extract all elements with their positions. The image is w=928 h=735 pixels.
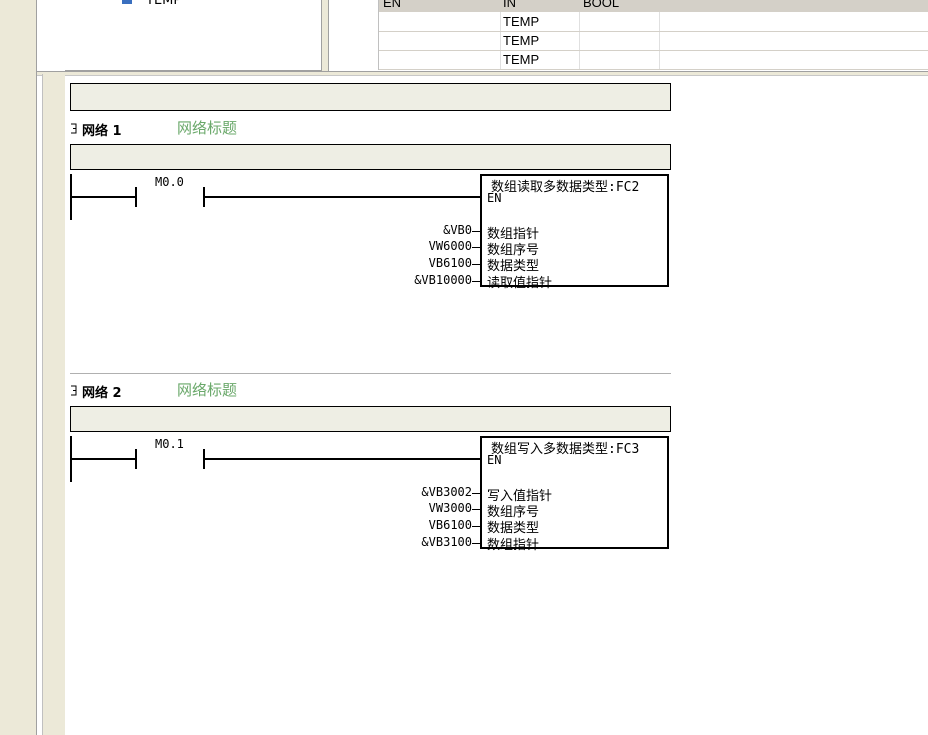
panel-divider xyxy=(36,0,37,735)
pin-wire xyxy=(472,281,480,282)
var-header-cell: IN xyxy=(503,0,516,10)
pin-operand[interactable]: VB6100 xyxy=(372,518,472,532)
var-type-cell[interactable]: TEMP xyxy=(503,14,539,29)
block-en-pin: EN xyxy=(487,453,502,467)
pin-wire xyxy=(472,264,480,265)
pin-wire xyxy=(472,231,480,232)
contact-address[interactable]: M0.0 xyxy=(155,175,184,189)
rung-wire xyxy=(72,458,136,460)
var-header-cell: EN xyxy=(383,0,402,10)
var-type-cell[interactable]: TEMP xyxy=(503,33,539,48)
table-row[interactable]: TEMP xyxy=(379,31,928,51)
variable-table[interactable]: EN IN BOOL TEMP TEMP TEMP xyxy=(378,0,928,70)
var-table-header-row: EN IN BOOL xyxy=(379,0,928,12)
pin-operand[interactable]: &VB10000 xyxy=(372,273,472,287)
network-title[interactable]: 网络 1 xyxy=(82,120,122,139)
rung-wire xyxy=(204,196,482,198)
horizontal-splitter[interactable] xyxy=(37,71,928,76)
editor-gutter xyxy=(43,74,65,735)
network-comment-box[interactable] xyxy=(70,144,671,170)
tree-item-temp[interactable]: TEMP xyxy=(146,0,181,8)
project-tree-pane[interactable] xyxy=(65,0,322,71)
block-pin-label: 读取值指针 xyxy=(487,276,553,291)
network-separator xyxy=(70,373,671,374)
block-en-pin: EN xyxy=(487,191,502,205)
pin-operand[interactable]: &VB0 xyxy=(372,223,472,237)
contact-left-bar[interactable] xyxy=(135,449,137,469)
vertical-splitter[interactable] xyxy=(322,0,329,72)
collapse-icon[interactable] xyxy=(70,385,80,396)
pin-operand[interactable]: VB6100 xyxy=(372,256,472,270)
pin-operand[interactable]: VW6000 xyxy=(372,239,472,253)
pin-wire xyxy=(472,526,480,527)
network-title[interactable]: 网络 2 xyxy=(82,382,122,401)
variable-icon xyxy=(122,0,132,4)
pin-wire xyxy=(472,543,480,544)
program-comment-box[interactable] xyxy=(70,83,671,111)
collapse-icon[interactable] xyxy=(70,123,80,134)
var-type-cell[interactable]: TEMP xyxy=(503,52,539,67)
pin-operand[interactable]: &VB3002 xyxy=(372,485,472,499)
network-comment[interactable]: 网络标题 xyxy=(177,379,237,400)
function-block-fc3[interactable]: 数组写入多数据类型:FC3 EN 写入值指针 数组序号 数据类型 数组指针 xyxy=(480,436,669,553)
table-row[interactable]: TEMP xyxy=(379,12,928,32)
block-title: 数组写入多数据类型:FC3 xyxy=(491,442,640,457)
block-pin-label: 数组指针 xyxy=(487,538,540,553)
block-title: 数组读取多数据类型:FC2 xyxy=(491,180,640,195)
pin-operand[interactable]: VW3000 xyxy=(372,501,472,515)
function-block-fc2[interactable]: 数组读取多数据类型:FC2 EN 数组指针 数组序号 数据类型 读取值指针 xyxy=(480,174,669,291)
network-comment[interactable]: 网络标题 xyxy=(177,117,237,138)
var-header-cell: BOOL xyxy=(583,0,620,10)
rung-wire xyxy=(72,196,136,198)
pin-wire xyxy=(472,247,480,248)
left-panel-strip xyxy=(0,0,36,735)
rung-wire xyxy=(204,458,482,460)
pin-wire xyxy=(472,509,480,510)
table-row[interactable]: TEMP xyxy=(379,50,928,70)
network-comment-box[interactable] xyxy=(70,406,671,432)
pin-operand[interactable]: &VB3100 xyxy=(372,535,472,549)
pin-wire xyxy=(472,493,480,494)
contact-address[interactable]: M0.1 xyxy=(155,437,184,451)
contact-left-bar[interactable] xyxy=(135,187,137,207)
